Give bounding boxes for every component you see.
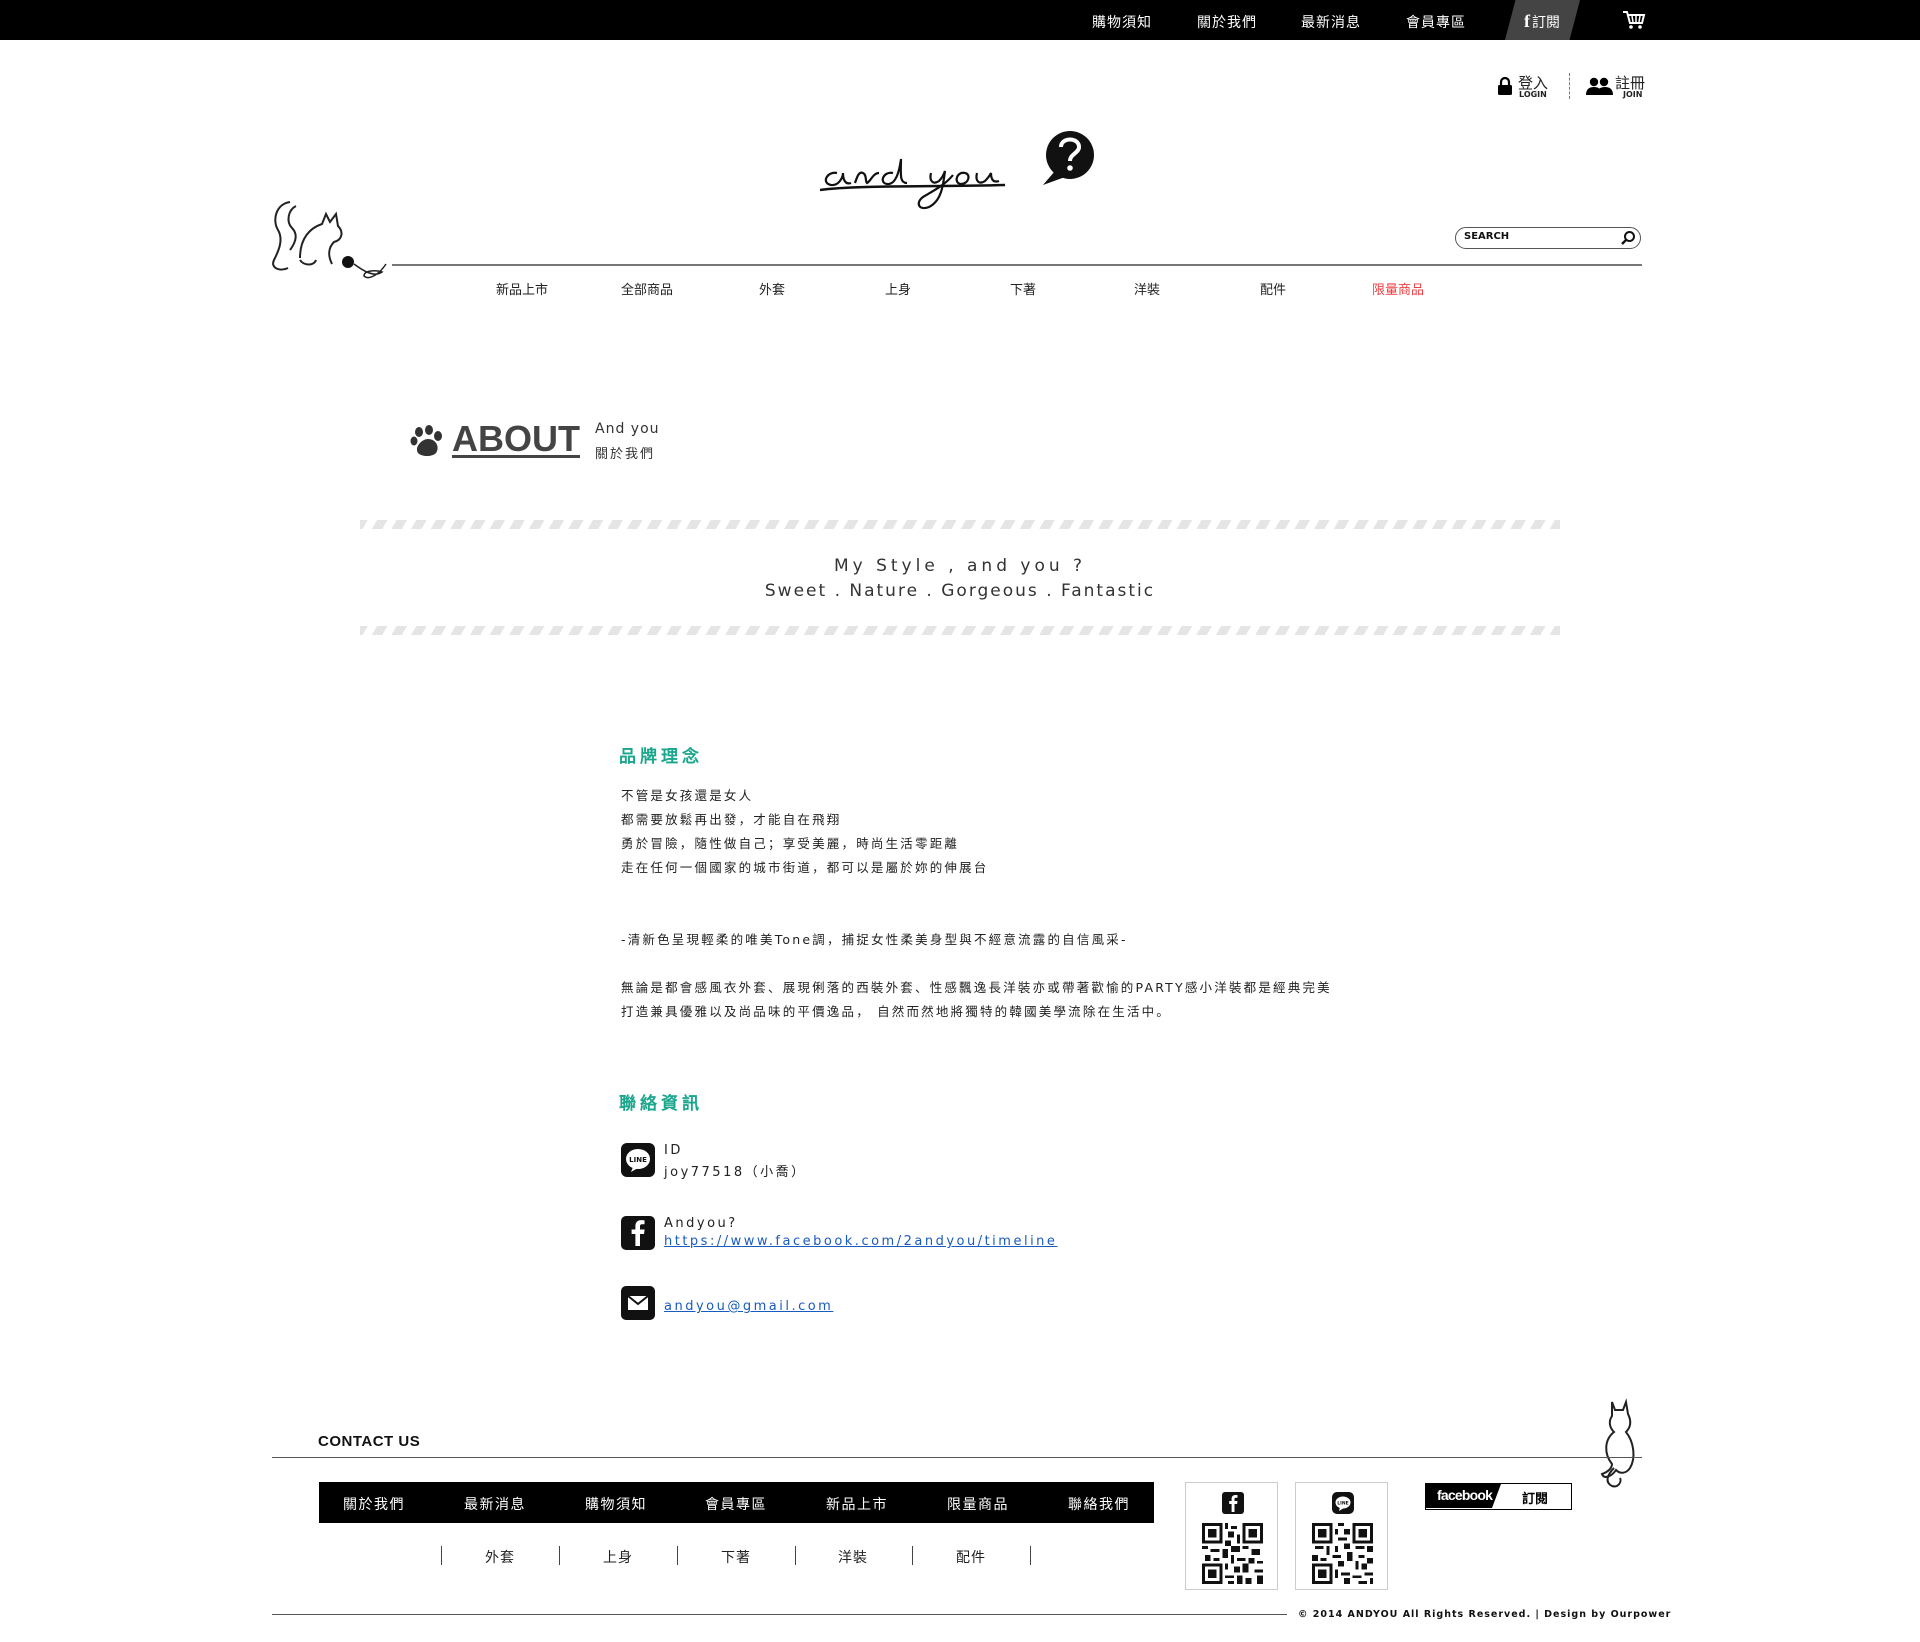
- search-input[interactable]: [1464, 231, 1614, 242]
- nav-all-products[interactable]: 全部商品: [621, 279, 673, 298]
- footer-subnav-divider: [441, 1546, 442, 1565]
- users-icon: [1586, 77, 1613, 95]
- facebook-qr-code: [1202, 1523, 1263, 1584]
- top-bar: 購物須知 關於我們 最新消息 會員專區 f 訂閱: [0, 0, 1920, 40]
- footer-bottom-divider: [272, 1614, 1287, 1615]
- top-link-shopping-info[interactable]: 購物須知: [1092, 12, 1152, 32]
- facebook-icon: [621, 1216, 655, 1250]
- stripe-divider-bottom: [360, 626, 1560, 635]
- nav-accessories[interactable]: 配件: [1260, 279, 1286, 298]
- brand-line-6: 無論是都會感風衣外套、展現俐落的西裝外套、性感飄逸長洋裝亦或帶著歡愉的PARTY…: [621, 980, 1332, 995]
- footer-nav-shopping-info[interactable]: 購物須知: [585, 1494, 647, 1514]
- facebook-icon: [1222, 1492, 1244, 1514]
- footer-divider: [272, 1457, 1642, 1458]
- footer-subnav-divider: [559, 1546, 560, 1565]
- svg-text:LINE: LINE: [629, 1156, 647, 1164]
- email-link[interactable]: andyou@gmail.com: [664, 1299, 833, 1314]
- footer-subnav-divider: [795, 1546, 796, 1565]
- copyright-text: © 2014 ANDYOU All Rights Reserved. | Des…: [1298, 1609, 1672, 1620]
- top-link-about[interactable]: 關於我們: [1197, 12, 1257, 32]
- cat-silhouette-illustration: [1600, 1398, 1635, 1488]
- facebook-icon: f: [1524, 11, 1530, 31]
- brand-line-3: 勇於冒險，隨性做自己；享受美麗，時尚生活零距離: [621, 836, 960, 851]
- paw-icon: [410, 425, 442, 456]
- line-qr-code: [1312, 1523, 1373, 1584]
- facebook-subscribe-link[interactable]: f 訂閱: [1505, 0, 1580, 40]
- footer-subnav-bottoms[interactable]: 下著: [721, 1547, 751, 1567]
- svg-text:LINE: LINE: [1337, 1501, 1348, 1507]
- brand-section-title: 品牌理念: [619, 747, 703, 767]
- footer-subnav-tops[interactable]: 上身: [603, 1547, 633, 1567]
- about-subtitle-zh: 關於我們: [595, 447, 656, 462]
- slogan-line-1: My Style , and you ?: [833, 556, 1087, 576]
- footer-contact-heading: CONTACT US: [318, 1433, 421, 1450]
- nav-new-arrivals[interactable]: 新品上市: [496, 279, 548, 298]
- search-icon[interactable]: [1620, 230, 1636, 246]
- subscribe-label: 訂閱: [1532, 15, 1560, 31]
- top-link-member[interactable]: 會員專區: [1406, 12, 1466, 32]
- line-id-value: joy77518（小喬）: [664, 1165, 807, 1180]
- brand-line-1: 不管是女孩還是女人: [621, 788, 754, 803]
- search-box: [1455, 227, 1641, 249]
- line-qr-box[interactable]: LINE: [1295, 1482, 1388, 1590]
- brand-tagline: -清新色呈現輕柔的唯美Tone調，捕捉女性柔美身型與不經意流露的自信風采-: [621, 932, 1128, 947]
- header-divider: [392, 264, 1642, 266]
- footer-subnav-accessories[interactable]: 配件: [956, 1547, 986, 1567]
- brand-line-2: 都需要放鬆再出發，才能自在飛翔: [621, 812, 842, 827]
- footer-subnav-outerwear[interactable]: 外套: [485, 1547, 515, 1567]
- line-app-icon: LINE: [1332, 1492, 1354, 1514]
- account-divider: [1569, 73, 1570, 99]
- join-sublabel: JOIN: [1623, 90, 1643, 99]
- mail-icon: [621, 1286, 655, 1320]
- subscribe-label: 訂閱: [1522, 1492, 1549, 1507]
- footer-subnav-divider: [1030, 1546, 1031, 1565]
- andyou-logo[interactable]: [815, 125, 1105, 225]
- line-app-icon: LINE: [621, 1143, 655, 1177]
- top-link-news[interactable]: 最新消息: [1301, 12, 1361, 32]
- footer-nav-limited[interactable]: 限量商品: [947, 1494, 1009, 1514]
- facebook-qr-box[interactable]: [1185, 1482, 1278, 1590]
- nav-dresses[interactable]: 洋裝: [1134, 279, 1160, 298]
- facebook-page-link[interactable]: https://www.facebook.com/2andyou/timelin…: [664, 1234, 1057, 1249]
- cat-with-yarn-illustration: [272, 201, 387, 279]
- login-sublabel: LOGIN: [1519, 90, 1547, 99]
- footer-nav-news[interactable]: 最新消息: [464, 1494, 526, 1514]
- footer-subnav-divider: [677, 1546, 678, 1565]
- footer-nav-about[interactable]: 關於我們: [343, 1494, 405, 1514]
- footer-nav: 關於我們 最新消息 購物須知 會員專區 新品上市 限量商品 聯絡我們: [319, 1482, 1154, 1523]
- nav-limited[interactable]: 限量商品: [1372, 279, 1424, 298]
- footer-subnav-dresses[interactable]: 洋裝: [838, 1547, 868, 1567]
- slogan-line-2: Sweet . Nature . Gorgeous . Fantastic: [764, 581, 1156, 601]
- line-id-label: ID: [664, 1143, 683, 1158]
- facebook-page-name: Andyou?: [664, 1216, 738, 1231]
- stripe-divider-top: [360, 520, 1560, 529]
- about-title: ABOUT: [452, 418, 580, 459]
- footer-nav-new-arrivals[interactable]: 新品上市: [826, 1494, 888, 1514]
- nav-outerwear[interactable]: 外套: [759, 279, 785, 298]
- facebook-wordmark: facebook: [1437, 1487, 1493, 1503]
- nav-bottoms[interactable]: 下著: [1010, 279, 1036, 298]
- facebook-subscribe-button[interactable]: facebook 訂閱: [1425, 1483, 1572, 1510]
- lock-icon: [1498, 76, 1512, 95]
- footer-subnav-divider: [912, 1546, 913, 1565]
- cart-icon[interactable]: [1622, 10, 1646, 30]
- brand-line-4: 走在任何一個國家的城市街道，都可以是屬於妳的伸展台: [621, 860, 989, 875]
- footer-nav-member[interactable]: 會員專區: [705, 1494, 767, 1514]
- contact-section-title: 聯絡資訊: [619, 1094, 703, 1114]
- about-subtitle-en: And you: [595, 421, 660, 437]
- nav-tops[interactable]: 上身: [885, 279, 911, 298]
- brand-line-7: 打造兼具優雅以及尚品味的平價逸品， 自然而然地將獨特的韓國美學流除在生活中。: [621, 1004, 1172, 1019]
- footer-nav-contact[interactable]: 聯絡我們: [1068, 1494, 1130, 1514]
